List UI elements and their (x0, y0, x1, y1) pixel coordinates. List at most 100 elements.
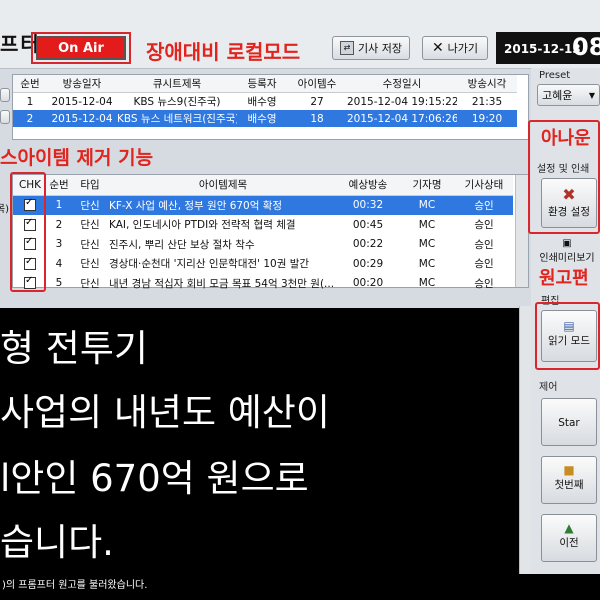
col-header[interactable]: 아이템제목 (109, 175, 337, 196)
table-cell: 승인 (474, 258, 494, 271)
col-header[interactable]: 타입 (71, 175, 109, 196)
table-cell: 단신 (80, 219, 100, 232)
table-cell: 2 (13, 110, 47, 127)
col-header[interactable]: 방송시각 (457, 75, 517, 93)
print-preview-label: 인쇄미리보기 (539, 253, 595, 264)
table-cell: KF-X 사업 예산, 정부 원안 670억 확정 (109, 195, 337, 215)
announcer-highlight (528, 120, 600, 234)
table-cell: 내년 경남 적십자 회비 모금 목표 54억 3천만 원(... (109, 277, 335, 290)
items-scrollbar[interactable] (515, 175, 528, 287)
table-cell: MC (399, 195, 455, 215)
table-cell: 2 (55, 218, 63, 231)
table-cell: 1 (26, 95, 34, 108)
table-cell: 배수영 (237, 110, 287, 127)
on-air-button[interactable]: On Air (36, 36, 126, 60)
table-cell: 단신 (80, 238, 100, 251)
table-cell: MC (418, 218, 436, 231)
table-cell: 00:29 (352, 257, 384, 270)
date-text: 2015-12-13 (504, 42, 581, 56)
save-article-label: 기사 저장 (358, 42, 402, 55)
chk-column-highlight (10, 172, 46, 292)
table-cell: 19:20 (457, 110, 517, 127)
table-row[interactable]: 5 단신 내년 경남 적십자 회비 모금 목표 54억 3천만 원(... 00… (13, 274, 513, 294)
table-cell: 2015-12-04 17:06:26 (347, 110, 457, 127)
table-cell: 00:20 (352, 277, 384, 290)
table-cell: MC (418, 257, 436, 270)
col-header[interactable]: 예상방송 (337, 175, 399, 196)
preset-value: 고혜윤 (542, 89, 573, 102)
table-row[interactable]: 1 2015-12-04 KBS 뉴스9(진주국) 배수영 27 2015-12… (13, 93, 517, 111)
start-button[interactable]: Star (541, 398, 597, 446)
side-tab-2[interactable] (0, 110, 10, 124)
prompter-line: 사업의 내년도 예산이 (0, 391, 330, 434)
read-mode-highlight (535, 302, 600, 370)
table-cell: 승인 (474, 238, 494, 251)
control-group-label: 제어 (539, 382, 558, 393)
table-row[interactable]: 2 단신 KAI, 인도네시아 PTDI와 전략적 협력 체결 00:45 MC… (13, 215, 513, 235)
prompter-view: 형 전투기 사업의 내년도 예산이 l안인 670억 원으로 습니다. (0, 308, 519, 574)
table-cell: 경상대·순천대 '지리산 인문학대전' 10권 발간 (109, 258, 310, 271)
col-header[interactable]: 큐시트제목 (117, 75, 237, 93)
save-article-button[interactable]: ⇄ 기사 저장 (332, 36, 410, 60)
table-cell: 00:32 (337, 195, 399, 215)
save-icon: ⇄ (340, 41, 354, 55)
local-mode-annotation: 장애대비 로컬모드 (146, 40, 301, 64)
previous-button[interactable]: ▲ 이전 (541, 514, 597, 562)
preset-label: Preset (539, 70, 571, 81)
cue-sheet-header: 순번 방송일자 큐시트제목 등록자 아이템수 수정일시 방송시각 (13, 75, 517, 93)
side-tab-1[interactable] (0, 88, 10, 102)
table-row-selected[interactable]: 2 2015-12-04 KBS 뉴스 네트워크(진주국) 배수영 18 201… (13, 110, 517, 127)
table-cell: 2015-12-04 19:15:22 (347, 95, 457, 108)
items-header: CHK 순번 타입 아이템제목 예상방송 기자명 기사상태 (13, 175, 513, 196)
script-edit-annotation: 원고편 (539, 268, 589, 289)
col-header[interactable]: 수정일시 (347, 75, 457, 93)
first-icon: ■ (563, 463, 575, 477)
start-label: Star (558, 417, 580, 429)
previous-icon: ▲ (564, 521, 574, 535)
table-row[interactable]: 3 단신 진주시, 뿌리 산단 보상 절차 착수 00:22 MC 승인 (13, 235, 513, 255)
col-header[interactable]: 등록자 (237, 75, 287, 93)
app-window: 프터 On Air 장애대비 로컬모드 ⇄ 기사 저장 ✕ 나가기 2015-1… (0, 0, 600, 600)
items-table: CHK 순번 타입 아이템제목 예상방송 기자명 기사상태 1 단신 KF-X … (12, 174, 529, 290)
time-text: 08 (572, 33, 600, 61)
items-edge-label: (목) (0, 204, 10, 215)
first-label: 첫번째 (554, 479, 584, 491)
sidebar: Preset 고혜윤 ▼ 아나운 설정 및 인쇄 ✖ 환경 설정 ▣ 인쇄미리보… (528, 68, 600, 574)
col-header[interactable]: 기자명 (399, 175, 455, 196)
table-cell: 27 (310, 95, 324, 108)
table-cell: 승인 (455, 195, 513, 215)
status-text: )의 프롬프터 원고를 불러왔습니다. (2, 580, 148, 591)
table-cell: 18 (287, 110, 347, 127)
table-cell: 승인 (474, 219, 494, 232)
prompter-line: 습니다. (0, 521, 114, 564)
table-cell: MC (418, 238, 436, 251)
previous-label: 이전 (559, 537, 579, 549)
table-cell: 2015-12-04 (51, 95, 113, 108)
exit-button[interactable]: ✕ 나가기 (422, 36, 488, 60)
table-cell: 21:35 (471, 95, 503, 108)
table-row-selected[interactable]: 1 단신 KF-X 사업 예산, 정부 원안 670억 확정 00:32 MC … (13, 195, 513, 215)
table-cell: 00:22 (352, 238, 384, 251)
first-button[interactable]: ■ 첫번째 (541, 456, 597, 504)
table-row[interactable]: 4 단신 경상대·순천대 '지리산 인문학대전' 10권 발간 00:29 MC… (13, 254, 513, 274)
table-cell: KAI, 인도네시아 PTDI와 전략적 협력 체결 (109, 219, 296, 232)
table-cell: 배수영 (247, 96, 277, 108)
prompter-line: 형 전투기 (0, 327, 148, 370)
col-header[interactable]: 방송일자 (47, 75, 117, 93)
col-header[interactable]: 순번 (13, 75, 47, 93)
col-header[interactable]: 순번 (47, 175, 71, 196)
col-header[interactable]: 기사상태 (455, 175, 513, 196)
cue-sheet-table: 순번 방송일자 큐시트제목 등록자 아이템수 수정일시 방송시각 1 2015-… (12, 74, 529, 140)
table-cell: 단신 (71, 195, 109, 215)
table-cell: 00:45 (352, 218, 384, 231)
clock-display: 2015-12-13 08 (496, 32, 600, 64)
preset-select[interactable]: 고혜윤 ▼ (537, 84, 600, 106)
prompter-line: l안인 670억 원으로 (0, 457, 309, 500)
col-header[interactable]: 아이템수 (287, 75, 347, 93)
status-bar: )의 프롬프터 원고를 불러왔습니다. (0, 574, 600, 600)
table-cell: 3 (55, 238, 63, 251)
table-cell: MC (418, 277, 436, 290)
close-icon: ✕ (431, 40, 444, 56)
table-cell: 단신 (80, 277, 100, 290)
print-preview-button[interactable]: ▣ 인쇄미리보기 (535, 238, 599, 266)
